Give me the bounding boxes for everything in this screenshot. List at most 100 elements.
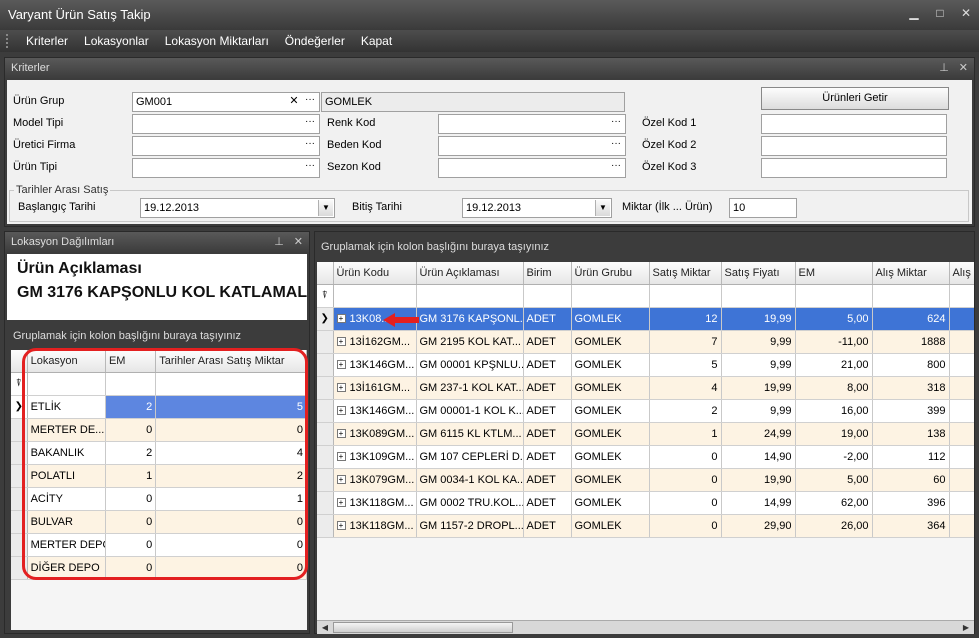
cell-urun-kodu[interactable]: +13K109GM... <box>333 445 417 469</box>
filter-icon[interactable]: ⍒ <box>317 284 334 308</box>
cell-urun-aciklamasi[interactable]: GM 107 CEPLERİ D... <box>416 445 524 469</box>
cell-birim[interactable]: ADET <box>523 330 572 354</box>
cell-alis-miktar[interactable]: 624 <box>872 307 950 331</box>
expand-icon[interactable]: + <box>336 429 346 439</box>
menu-kriterler[interactable]: Kriterler <box>18 34 76 48</box>
cell-alis-fiyati[interactable] <box>949 491 974 515</box>
expand-icon[interactable]: + <box>336 452 346 462</box>
cell-satis-fiyati[interactable]: 9,99 <box>721 399 796 423</box>
cell-em[interactable]: 26,00 <box>795 514 873 538</box>
browse-icon[interactable]: ··· <box>608 138 624 154</box>
cell-alis-miktar[interactable]: 138 <box>872 422 950 446</box>
scroll-right-icon[interactable]: ▶ <box>959 621 973 634</box>
renk-kod-input[interactable]: ··· <box>438 114 626 134</box>
cell-satis-miktar[interactable]: 0 <box>649 468 722 492</box>
maximize-icon[interactable]: □ <box>933 6 947 20</box>
filter-cell[interactable] <box>523 284 572 308</box>
cell-alis-miktar[interactable]: 396 <box>872 491 950 515</box>
cell-urun-grubu[interactable]: GOMLEK <box>571 514 650 538</box>
cell-alis-fiyati[interactable] <box>949 422 974 446</box>
table-row[interactable]: +13İ162GM... GM 2195 KOL KAT... ADET GOMLEK… <box>317 330 974 354</box>
filter-cell[interactable] <box>333 284 417 308</box>
urunleri-getir-button[interactable]: Ürünleri Getir <box>761 87 949 110</box>
table-row[interactable]: +13K118GM... GM 0002 TRU.KOL... ADET GOMLEK… <box>317 491 974 515</box>
cell-satis-fiyati[interactable]: 9,99 <box>721 353 796 377</box>
table-row[interactable]: +13K089GM... GM 6115 KL KTLM... ADET GOMLEK… <box>317 422 974 446</box>
filter-cell[interactable] <box>416 284 524 308</box>
column-header-urun-aciklamasi[interactable]: Ürün Açıklaması <box>416 262 524 285</box>
cell-urun-grubu[interactable]: GOMLEK <box>571 422 650 446</box>
cell-satis-miktar[interactable]: 4 <box>649 376 722 400</box>
table-row[interactable]: +13İ161GM... GM 237-1 KOL KAT... ADET GOMLE… <box>317 376 974 400</box>
cell-urun-kodu[interactable]: +13İ161GM... <box>333 376 417 400</box>
browse-icon[interactable]: ··· <box>608 160 624 176</box>
menu-lokasyonlar[interactable]: Lokasyonlar <box>76 34 157 48</box>
expand-icon[interactable]: + <box>336 521 346 531</box>
cell-alis-fiyati[interactable] <box>949 307 974 331</box>
cell-satis-fiyati[interactable]: 19,99 <box>721 307 796 331</box>
cell-satis-miktar[interactable]: 0 <box>649 445 722 469</box>
sezon-kod-input[interactable]: ··· <box>438 158 626 178</box>
cell-urun-kodu[interactable]: +13K118GM... <box>333 491 417 515</box>
browse-icon[interactable]: ··· <box>302 160 318 176</box>
cell-satis-fiyati[interactable]: 19,99 <box>721 376 796 400</box>
cell-birim[interactable]: ADET <box>523 422 572 446</box>
cell-em[interactable]: 8,00 <box>795 376 873 400</box>
minimize-icon[interactable]: ▁ <box>907 6 921 20</box>
cell-satis-miktar[interactable]: 0 <box>649 514 722 538</box>
browse-icon[interactable]: ··· <box>302 138 318 154</box>
table-row[interactable]: +13K079GM... GM 0034-1 KOL KA... ADET GOMLE… <box>317 468 974 492</box>
group-by-area[interactable]: Gruplamak için kolon başlığını buraya ta… <box>317 234 974 260</box>
cell-satis-fiyati[interactable]: 29,90 <box>721 514 796 538</box>
group-by-area[interactable]: Gruplamak için kolon başlığını buraya ta… <box>11 326 307 348</box>
filter-cell[interactable] <box>721 284 796 308</box>
miktar-input[interactable]: 10 <box>729 198 797 218</box>
expand-icon[interactable]: + <box>336 383 346 393</box>
browse-icon[interactable]: ··· <box>302 94 318 110</box>
ozel-kod-1-input[interactable] <box>761 114 947 134</box>
menu-lokasyon-miktarlari[interactable]: Lokasyon Miktarları <box>157 34 277 48</box>
browse-icon[interactable]: ··· <box>608 116 624 132</box>
expand-icon[interactable]: + <box>336 337 346 347</box>
expand-icon[interactable]: + <box>336 498 346 508</box>
cell-em[interactable]: 16,00 <box>795 399 873 423</box>
cell-urun-grubu[interactable]: GOMLEK <box>571 376 650 400</box>
cell-em[interactable]: 21,00 <box>795 353 873 377</box>
cell-alis-miktar[interactable]: 800 <box>872 353 950 377</box>
menu-ondegerler[interactable]: Öndeğerler <box>277 34 353 48</box>
cell-urun-aciklamasi[interactable]: GM 0034-1 KOL KA... <box>416 468 524 492</box>
cell-birim[interactable]: ADET <box>523 491 572 515</box>
filter-cell[interactable] <box>795 284 873 308</box>
model-tipi-input[interactable]: ··· <box>132 114 320 134</box>
cell-urun-aciklamasi[interactable]: GM 0002 TRU.KOL... <box>416 491 524 515</box>
cell-satis-fiyati[interactable]: 19,90 <box>721 468 796 492</box>
cell-alis-fiyati[interactable] <box>949 353 974 377</box>
cell-urun-aciklamasi[interactable]: GM 00001-1 KOL K... <box>416 399 524 423</box>
cell-em[interactable]: -11,00 <box>795 330 873 354</box>
dropdown-arrow-icon[interactable]: ▼ <box>318 200 333 216</box>
urun-grup-input[interactable]: GM001 ✕ ··· <box>132 92 320 112</box>
expand-icon[interactable]: + <box>336 475 346 485</box>
cell-urun-kodu[interactable]: +13K118GM... <box>333 514 417 538</box>
cell-birim[interactable]: ADET <box>523 445 572 469</box>
cell-urun-grubu[interactable]: GOMLEK <box>571 468 650 492</box>
cell-satis-miktar[interactable]: 12 <box>649 307 722 331</box>
filter-cell[interactable] <box>571 284 650 308</box>
ozel-kod-2-input[interactable] <box>761 136 947 156</box>
column-header-satis-miktar[interactable]: Satış Miktar <box>649 262 722 285</box>
column-header-birim[interactable]: Birim <box>523 262 572 285</box>
cell-birim[interactable]: ADET <box>523 353 572 377</box>
close-icon[interactable]: ✕ <box>959 6 973 20</box>
cell-urun-aciklamasi[interactable]: GM 2195 KOL KAT... <box>416 330 524 354</box>
cell-alis-miktar[interactable]: 112 <box>872 445 950 469</box>
cell-urun-grubu[interactable]: GOMLEK <box>571 445 650 469</box>
cell-urun-aciklamasi[interactable]: GM 1157-2 DROPL... <box>416 514 524 538</box>
cell-urun-grubu[interactable]: GOMLEK <box>571 307 650 331</box>
cell-birim[interactable]: ADET <box>523 399 572 423</box>
table-row[interactable]: +13K109GM... GM 107 CEPLERİ D... ADET GOMLE… <box>317 445 974 469</box>
table-row[interactable]: +13K146GM... GM 00001 KPŞNLU... ADET GOMLEK… <box>317 353 974 377</box>
scroll-thumb[interactable] <box>333 622 513 633</box>
ozel-kod-3-input[interactable] <box>761 158 947 178</box>
cell-urun-grubu[interactable]: GOMLEK <box>571 491 650 515</box>
filter-cell[interactable] <box>872 284 950 308</box>
